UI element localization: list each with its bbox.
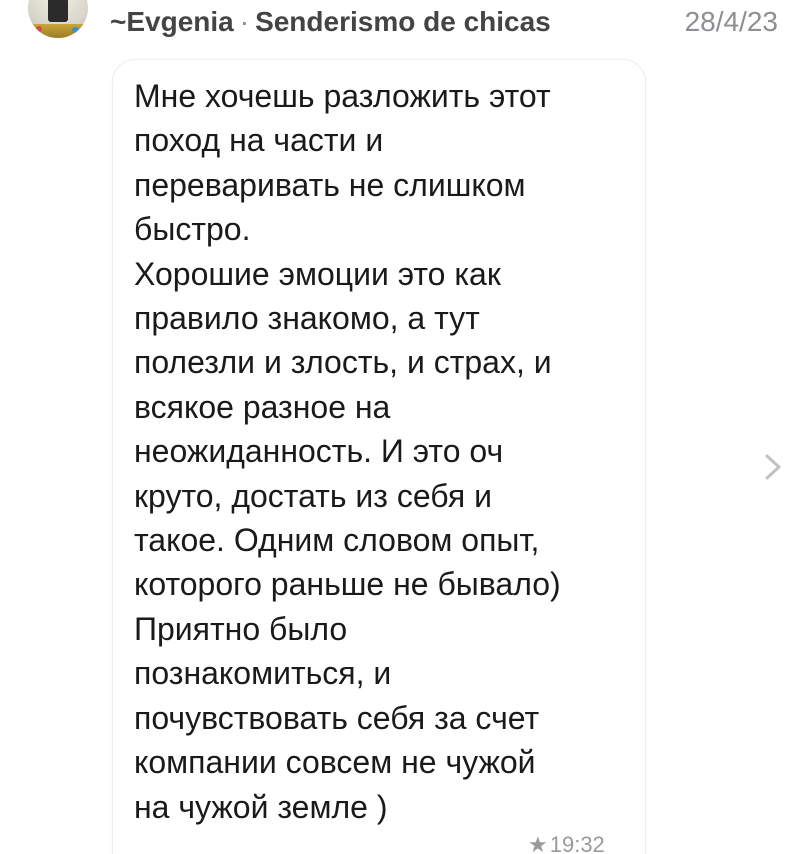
- message-time: 19:32: [549, 832, 605, 854]
- header-separator: ·: [239, 6, 250, 37]
- message-line: полезли и злость, и страх, и: [134, 344, 552, 381]
- avatar-detail-red: [36, 26, 42, 32]
- message-line: на чужой земле ): [134, 788, 388, 825]
- message-line: всякое разное на: [134, 388, 391, 425]
- message-line: компании совсем не чужой: [134, 744, 536, 781]
- message-line: Мне хочешь разложить этот: [134, 78, 551, 114]
- starred-message-view: ~Evgenia · Senderismo de chicas 28/4/23 Мн…: [0, 0, 800, 854]
- message-date: 28/4/23: [684, 6, 778, 37]
- message-line: такое. Одним словом опыт,: [134, 522, 540, 559]
- message-line: познакомиться, и: [134, 655, 392, 692]
- message-line: быстро.: [134, 211, 251, 248]
- message-line: правило знакомо, а тут: [134, 300, 480, 337]
- avatar[interactable]: [28, 0, 88, 38]
- star-icon: ★: [528, 832, 548, 854]
- group-name: Senderismo de chicas: [255, 6, 551, 37]
- avatar-person-figure: [48, 0, 68, 22]
- author-name: ~Evgenia: [110, 6, 234, 37]
- message-text: Мне хочешь разложить этот поход на части…: [134, 74, 614, 829]
- message-line: Хорошие эмоции это как: [134, 255, 501, 292]
- avatar-detail-blue: [72, 27, 79, 33]
- message-line: переваривать не слишком: [134, 166, 526, 203]
- chevron-right-icon[interactable]: [758, 452, 788, 482]
- message-line: почувствовать себя за счет: [134, 699, 540, 736]
- message-line: круто, достать из себя и: [134, 477, 492, 514]
- message-line: Приятно было: [134, 610, 348, 647]
- message-header[interactable]: ~Evgenia · Senderismo de chicas: [110, 6, 551, 38]
- message-line: поход на части и: [134, 122, 384, 159]
- message-line: которого раньше не бывало): [134, 566, 561, 603]
- message-meta: ★19:32: [528, 832, 605, 854]
- message-line: неожиданность. И это оч: [134, 433, 504, 470]
